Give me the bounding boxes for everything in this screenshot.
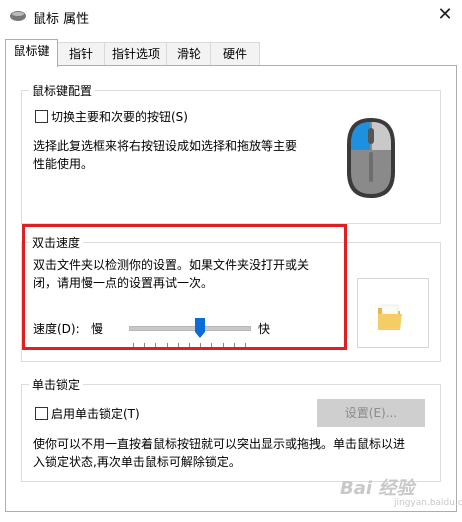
click-lock-description-2: 入锁定状态,再次单击鼠标可解除锁定。 [33, 455, 241, 469]
tab-pointers[interactable]: 指针 [56, 42, 106, 65]
click-lock-label[interactable]: 启用单击锁定(T) [51, 405, 140, 422]
click-lock-legend: 单击锁定 [29, 376, 84, 393]
tab-wheel[interactable]: 滑轮 [166, 42, 212, 65]
tab-pointer-options[interactable]: 指针选项 [104, 42, 168, 65]
baidu-watermark: Bai 经验 [340, 478, 415, 499]
swap-buttons-checkbox[interactable] [35, 110, 48, 123]
button-config-legend: 鼠标键配置 [29, 82, 96, 99]
close-icon[interactable]: ✕ [434, 4, 456, 26]
double-click-highlight [22, 224, 347, 350]
click-lock-checkbox[interactable] [35, 407, 48, 420]
swap-buttons-label[interactable]: 切换主要和次要的按钮(S) [51, 108, 188, 125]
button-config-description-2: 性能使用。 [33, 157, 94, 171]
tab-buttons[interactable]: 鼠标键 [5, 39, 58, 67]
folder-icon[interactable] [376, 302, 404, 332]
click-lock-description: 使你可以不用一直按着鼠标按钮就可以突出显示或拖拽。单击鼠标以进 [33, 437, 406, 451]
baidu-watermark-url: jingyan.baidu.com [394, 498, 462, 508]
tab-hardware[interactable]: 硬件 [210, 42, 260, 65]
window-title: 鼠标 属性 [33, 12, 90, 27]
button-config-description: 选择此复选框来将右按钮设成如选择和拖放等主要 [33, 139, 298, 153]
mouse-icon [347, 118, 395, 198]
click-lock-settings-button[interactable]: 设置(E)... [317, 399, 425, 427]
mouse-app-icon [10, 11, 26, 21]
